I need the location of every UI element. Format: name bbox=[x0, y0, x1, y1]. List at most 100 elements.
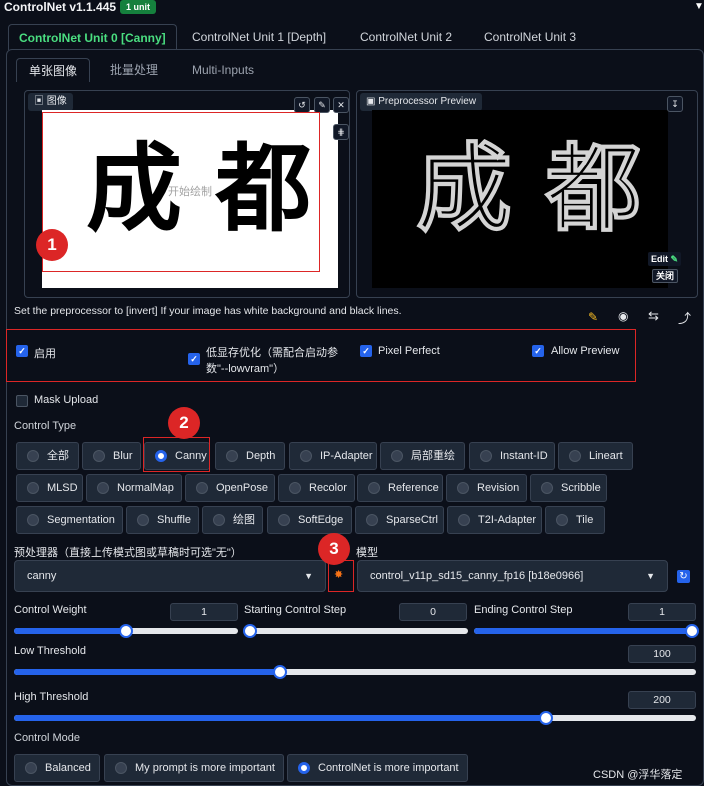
control-type-8[interactable]: MLSD bbox=[16, 474, 83, 502]
slider-thumb[interactable] bbox=[243, 624, 257, 638]
brush-icon[interactable]: ⋕ bbox=[333, 124, 349, 140]
control-type-16[interactable]: Shuffle bbox=[126, 506, 199, 534]
model-select[interactable]: control_v11p_sd15_canny_fp16 [b18e0966] ▼ bbox=[357, 560, 668, 592]
collapse-caret-icon[interactable]: ▼ bbox=[694, 1, 704, 12]
allow-preview-checkbox[interactable]: ✓ bbox=[532, 345, 544, 357]
control-type-4[interactable]: IP-Adapter bbox=[289, 442, 377, 470]
tab-single-image[interactable]: 单张图像 bbox=[16, 58, 91, 82]
control-type-label-text: IP-Adapter bbox=[320, 450, 373, 462]
chevron-down-icon: ▼ bbox=[646, 571, 655, 581]
watermark: CSDN @浮华落定 bbox=[593, 769, 683, 781]
control-type-10[interactable]: OpenPose bbox=[185, 474, 275, 502]
low-threshold-slider[interactable] bbox=[14, 665, 696, 679]
slider-fill bbox=[474, 628, 692, 634]
control-type-20[interactable]: T2I-Adapter bbox=[447, 506, 542, 534]
preprocessor-select[interactable]: canny ▼ bbox=[14, 560, 326, 592]
preview-close-button[interactable]: 关闭 bbox=[652, 269, 679, 283]
control-type-label-text: Segmentation bbox=[47, 514, 115, 526]
control-mode-label-text: My prompt is more important bbox=[135, 762, 275, 774]
tab-unit-1[interactable]: ControlNet Unit 1 [Depth] bbox=[182, 24, 336, 50]
low-threshold-label: Low Threshold bbox=[14, 645, 86, 657]
preview-edit-button[interactable]: Edit ✎ bbox=[648, 252, 682, 266]
tab-batch[interactable]: 批量处理 bbox=[98, 58, 170, 82]
end-step-value[interactable]: 1 bbox=[628, 603, 696, 621]
end-step-slider[interactable] bbox=[474, 624, 699, 638]
control-type-label-text: Blur bbox=[113, 450, 133, 462]
control-type-label-text: Shuffle bbox=[157, 514, 192, 526]
radio-dot bbox=[480, 450, 492, 462]
tab-unit-3[interactable]: ControlNet Unit 3 bbox=[474, 24, 586, 50]
tab-unit-0[interactable]: ControlNet Unit 0 [Canny] bbox=[8, 24, 177, 50]
control-type-12[interactable]: Reference bbox=[357, 474, 443, 502]
send-dimensions-icon[interactable]: ⤴ bbox=[678, 308, 691, 327]
radio-dot bbox=[541, 482, 553, 494]
unit-count-badge: 1 unit bbox=[120, 0, 156, 14]
undo-icon[interactable]: ↺ bbox=[294, 97, 310, 113]
radio-dot bbox=[137, 514, 149, 526]
edit-icon: ✎ bbox=[668, 254, 679, 264]
control-mode-1[interactable]: My prompt is more important bbox=[104, 754, 284, 782]
slider-thumb[interactable] bbox=[272, 665, 287, 679]
pixel-perfect-checkbox[interactable]: ✓ bbox=[360, 345, 372, 357]
control-type-1[interactable]: Blur bbox=[82, 442, 141, 470]
erase-icon[interactable]: ✎ bbox=[314, 97, 330, 113]
swap-icon[interactable]: ⇆ bbox=[648, 308, 659, 324]
control-type-17[interactable]: 绘图 bbox=[202, 506, 263, 534]
control-type-label-text: Instant-ID bbox=[500, 450, 548, 462]
model-label: 模型 bbox=[356, 547, 378, 559]
control-mode-0[interactable]: Balanced bbox=[14, 754, 100, 782]
radio-dot bbox=[298, 762, 310, 774]
tab-unit-2[interactable]: ControlNet Unit 2 bbox=[350, 24, 462, 50]
control-type-5[interactable]: 局部重绘 bbox=[380, 442, 465, 470]
control-mode-label: Control Mode bbox=[14, 732, 81, 744]
download-icon[interactable]: ↧ bbox=[667, 96, 683, 112]
control-type-18[interactable]: SoftEdge bbox=[267, 506, 352, 534]
control-type-14[interactable]: Scribble bbox=[530, 474, 607, 502]
enable-label: 启用 bbox=[34, 348, 56, 360]
annotation-2: 2 bbox=[168, 407, 200, 439]
refresh-icon[interactable]: ↻ bbox=[677, 570, 690, 583]
camera-icon[interactable]: ◉ bbox=[618, 309, 628, 323]
control-type-6[interactable]: Instant-ID bbox=[469, 442, 555, 470]
control-type-7[interactable]: Lineart bbox=[558, 442, 633, 470]
slider-thumb[interactable] bbox=[685, 624, 699, 638]
image-icon: ▣ bbox=[34, 96, 47, 107]
mask-upload-checkbox[interactable] bbox=[16, 395, 28, 407]
control-type-0[interactable]: 全部 bbox=[16, 442, 79, 470]
control-weight-slider[interactable] bbox=[14, 624, 238, 638]
low-threshold-value[interactable]: 100 bbox=[628, 645, 696, 663]
radio-dot bbox=[93, 450, 105, 462]
control-type-label-text: Lineart bbox=[589, 450, 623, 462]
start-step-value[interactable]: 0 bbox=[399, 603, 467, 621]
notepad-icon[interactable]: ✎ bbox=[588, 310, 598, 324]
slider-thumb[interactable] bbox=[538, 711, 553, 725]
control-type-label: Control Type bbox=[14, 420, 77, 432]
control-type-3[interactable]: Depth bbox=[215, 442, 285, 470]
edge-map-image: 成 都 bbox=[415, 131, 640, 245]
slider-thumb[interactable] bbox=[119, 624, 133, 638]
control-weight-value[interactable]: 1 bbox=[170, 603, 238, 621]
control-type-9[interactable]: NormalMap bbox=[86, 474, 182, 502]
radio-dot bbox=[391, 450, 403, 462]
control-weight-label: Control Weight bbox=[14, 604, 87, 616]
annotation-3: 3 bbox=[318, 533, 350, 565]
control-type-label-text: NormalMap bbox=[117, 482, 174, 494]
lowvram-checkbox[interactable]: ✓ bbox=[188, 353, 200, 365]
high-threshold-slider[interactable] bbox=[14, 711, 696, 725]
control-type-15[interactable]: Segmentation bbox=[16, 506, 123, 534]
radio-dot bbox=[289, 482, 301, 494]
control-type-21[interactable]: Tile bbox=[545, 506, 605, 534]
control-type-19[interactable]: SparseCtrl bbox=[355, 506, 444, 534]
close-icon[interactable]: ✕ bbox=[333, 97, 349, 113]
tab-multi-inputs[interactable]: Multi-Inputs bbox=[180, 58, 266, 82]
start-step-slider[interactable] bbox=[243, 624, 468, 638]
control-type-13[interactable]: Revision bbox=[446, 474, 527, 502]
radio-dot bbox=[458, 514, 470, 526]
enable-checkbox[interactable]: ✓ bbox=[16, 345, 28, 357]
control-type-11[interactable]: Recolor bbox=[278, 474, 355, 502]
preprocessor-label: 预处理器（直接上传模式图或草稿时可选"无"） bbox=[14, 547, 242, 559]
high-threshold-value[interactable]: 200 bbox=[628, 691, 696, 709]
control-type-label-text: T2I-Adapter bbox=[478, 514, 537, 526]
radio-dot bbox=[278, 514, 290, 526]
control-mode-2[interactable]: ControlNet is more important bbox=[287, 754, 468, 782]
